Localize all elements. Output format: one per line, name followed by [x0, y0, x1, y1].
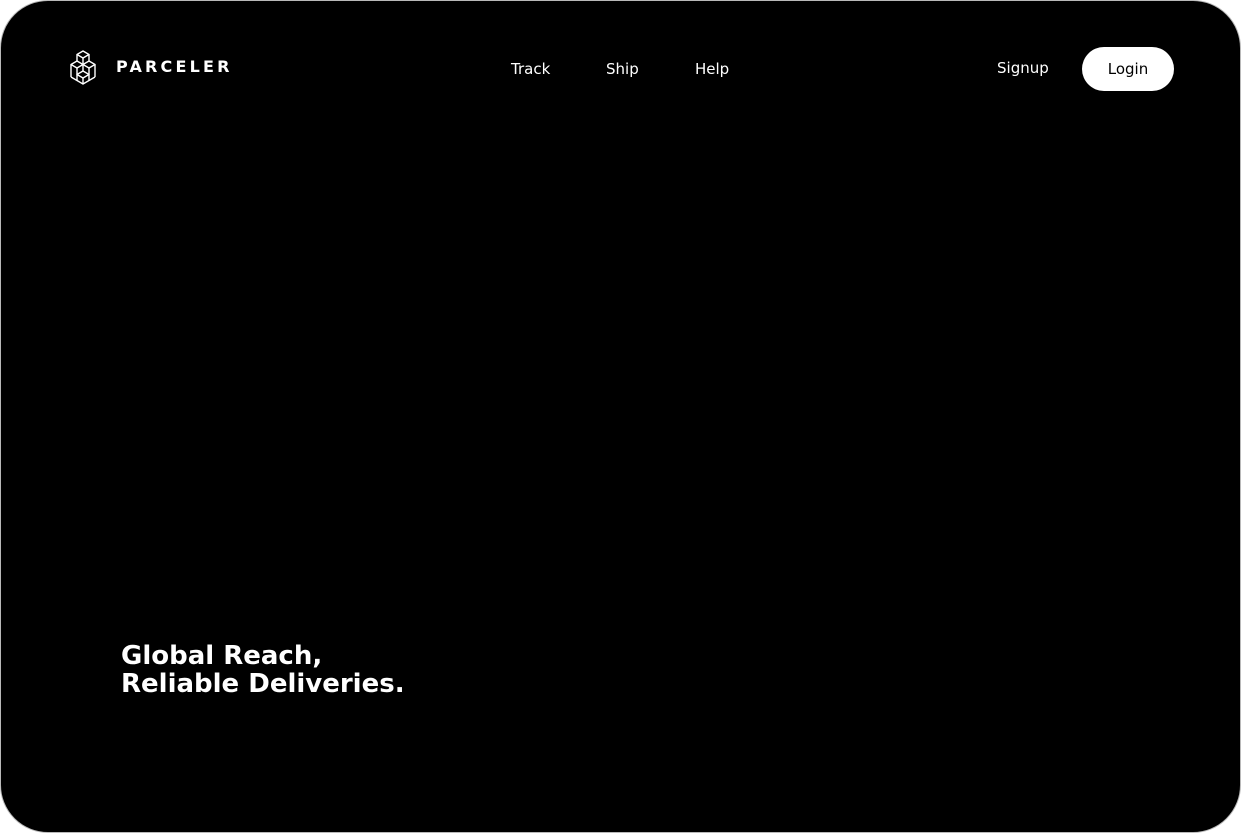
signup-link[interactable]: Signup: [997, 59, 1049, 77]
hero-headline: Global Reach, Reliable Deliveries.: [121, 642, 405, 698]
app-frame: PARCELER Track Ship Help Signup Login Gl…: [0, 0, 1241, 833]
login-button[interactable]: Login: [1082, 47, 1174, 91]
brand-logo[interactable]: PARCELER: [69, 47, 233, 87]
stacked-boxes-icon: [70, 50, 96, 85]
brand-name: PARCELER: [116, 57, 233, 76]
nav-link-track[interactable]: Track: [511, 60, 550, 78]
hero-headline-line-2: Reliable Deliveries.: [121, 669, 405, 699]
nav-link-help[interactable]: Help: [695, 60, 729, 78]
nav-link-ship[interactable]: Ship: [606, 60, 639, 78]
hero-headline-line-1: Global Reach,: [121, 641, 323, 671]
